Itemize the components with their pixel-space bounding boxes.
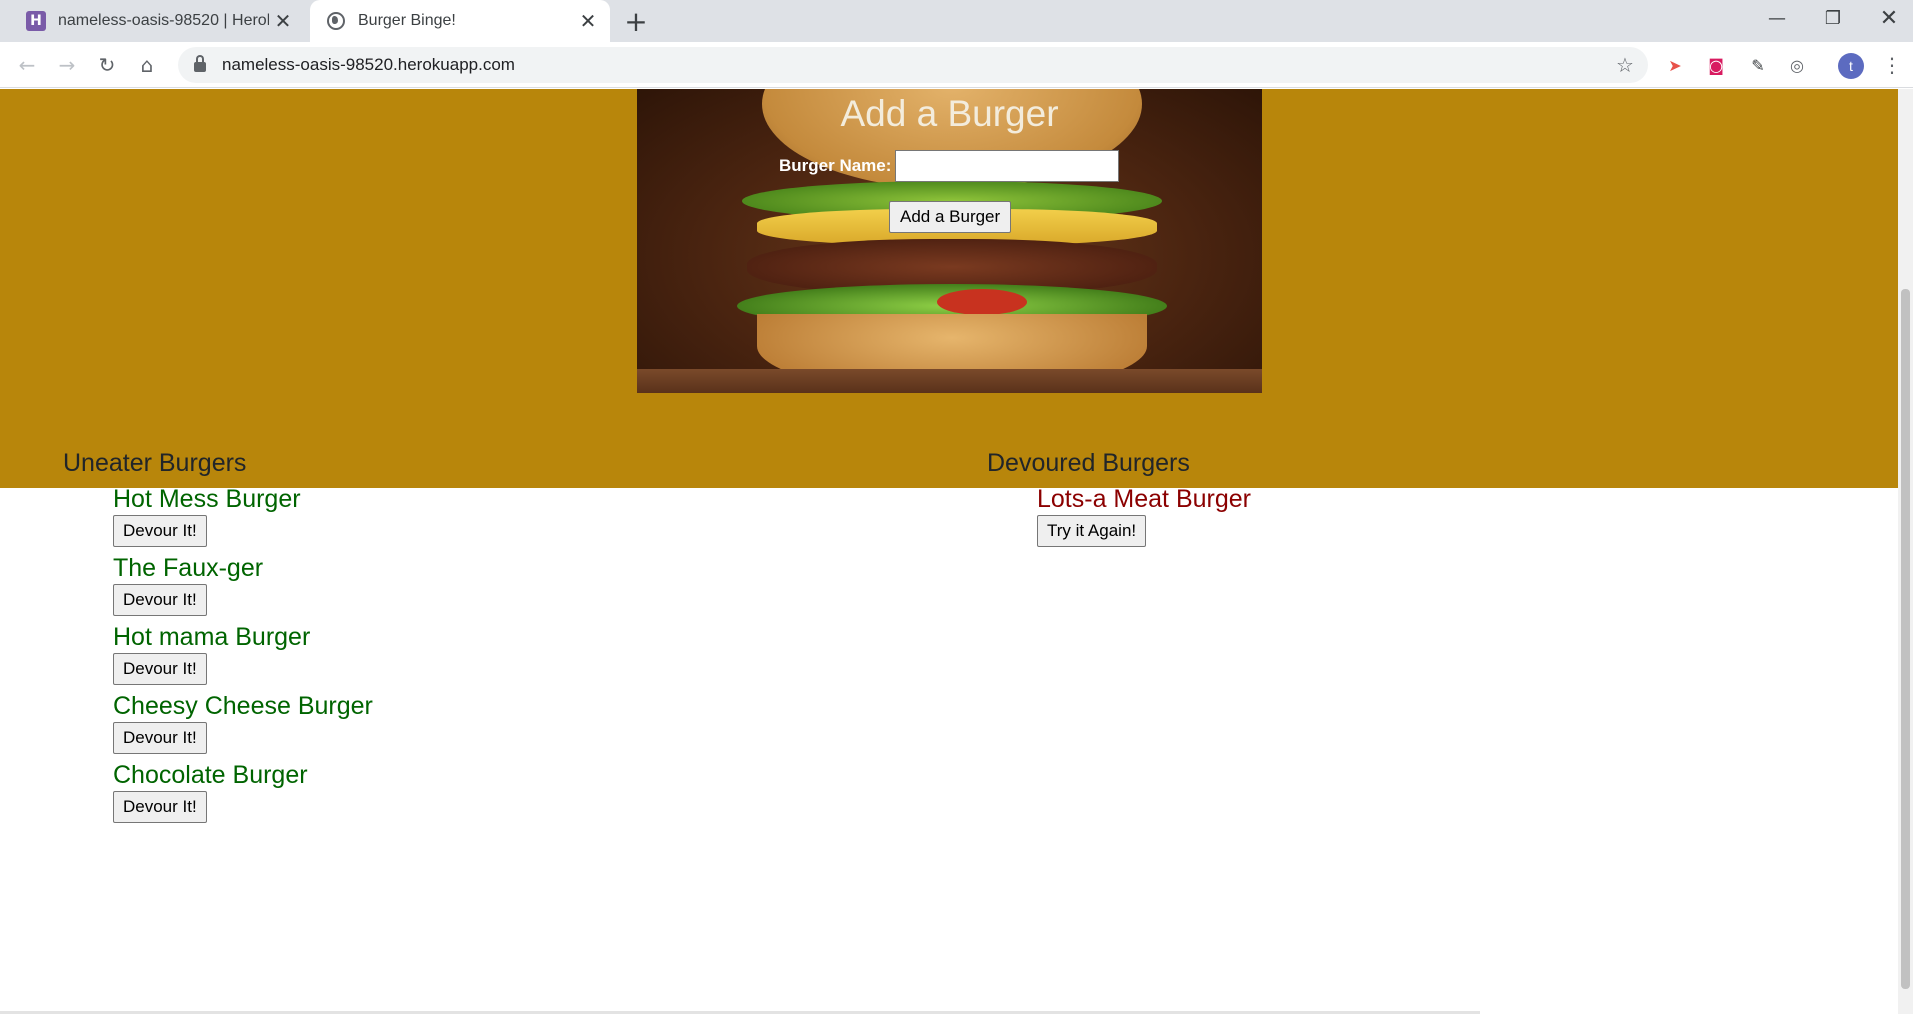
devoured-burger-name: Lots-a Meat Burger <box>1037 485 1251 513</box>
tab-strip: H nameless-oasis-98520 | Heroku ✕ Burger… <box>0 0 1913 42</box>
new-tab-button[interactable]: + <box>620 5 652 38</box>
uneaten-burger-name: The Faux-ger <box>113 554 264 582</box>
browser-toolbar: ← → ↻ ⌂ nameless-oasis-98520.herokuapp.c… <box>0 42 1913 88</box>
menu-kebab-icon[interactable]: ⋮ <box>1876 49 1908 81</box>
devour-button[interactable]: Devour It! <box>113 791 207 823</box>
scrollbar-thumb[interactable] <box>1901 289 1910 989</box>
profile-avatar[interactable]: t <box>1838 53 1864 79</box>
tab-burger-binge[interactable]: Burger Binge! ✕ <box>310 0 610 42</box>
home-icon[interactable]: ⌂ <box>131 49 163 81</box>
form-title: Add a Burger <box>840 93 1059 134</box>
heroku-icon: H <box>26 11 46 31</box>
restore-window-icon[interactable]: ❐ <box>1805 0 1861 36</box>
vertical-scrollbar[interactable] <box>1898 89 1913 1014</box>
devour-button[interactable]: Devour It! <box>113 653 207 685</box>
tab-heroku[interactable]: H nameless-oasis-98520 | Heroku ✕ <box>10 0 305 42</box>
uneaten-burger-name: Cheesy Cheese Burger <box>113 692 373 720</box>
extension-arrow-icon[interactable]: ➤ <box>1664 54 1686 76</box>
minimize-window-icon[interactable]: — <box>1749 0 1805 36</box>
add-burger-button[interactable]: Add a Burger <box>889 201 1012 233</box>
uneaten-heading: Uneater Burgers <box>63 449 247 477</box>
bookmark-star-icon[interactable]: ☆ <box>1610 53 1640 77</box>
pocket-icon[interactable]: ◙ <box>1705 54 1727 76</box>
lock-icon <box>194 55 206 72</box>
back-arrow-icon[interactable]: ← <box>11 49 43 81</box>
address-bar[interactable]: nameless-oasis-98520.herokuapp.com ☆ <box>178 47 1648 83</box>
close-window-icon[interactable]: ✕ <box>1861 0 1913 36</box>
code-extension-icon[interactable]: ◎ <box>1786 54 1808 76</box>
tab-title: Burger Binge! <box>358 12 456 29</box>
hero-banner: Add a Burger Burger Name: Add a Burger <box>0 89 1898 488</box>
dropper-extension-icon[interactable]: ✎ <box>1747 54 1769 76</box>
uneaten-burger-name: Hot mama Burger <box>113 623 311 651</box>
reload-icon[interactable]: ↻ <box>91 49 123 81</box>
close-tab-icon[interactable]: ✕ <box>574 7 602 35</box>
tab-title: nameless-oasis-98520 | Heroku <box>58 12 269 29</box>
url-text[interactable]: nameless-oasis-98520.herokuapp.com <box>222 55 1610 75</box>
uneaten-burger-name: Hot Mess Burger <box>113 485 301 513</box>
burger-name-input[interactable] <box>895 150 1120 182</box>
forward-arrow-icon[interactable]: → <box>51 49 83 81</box>
close-tab-icon[interactable]: ✕ <box>269 7 297 35</box>
globe-icon <box>326 11 346 31</box>
burger-name-row: Burger Name: <box>779 150 1120 182</box>
try-again-button[interactable]: Try it Again! <box>1037 515 1147 547</box>
devour-button[interactable]: Devour It! <box>113 584 207 616</box>
uneaten-burger-name: Chocolate Burger <box>113 761 308 789</box>
devoured-heading: Devoured Burgers <box>987 449 1190 477</box>
devour-button[interactable]: Devour It! <box>113 515 207 547</box>
burger-name-label: Burger Name: <box>779 156 892 175</box>
page-viewport: Add a Burger Burger Name: Add a Burger U… <box>0 89 1898 1014</box>
devour-button[interactable]: Devour It! <box>113 722 207 754</box>
add-burger-form: Add a Burger Burger Name: Add a Burger <box>637 89 1262 393</box>
